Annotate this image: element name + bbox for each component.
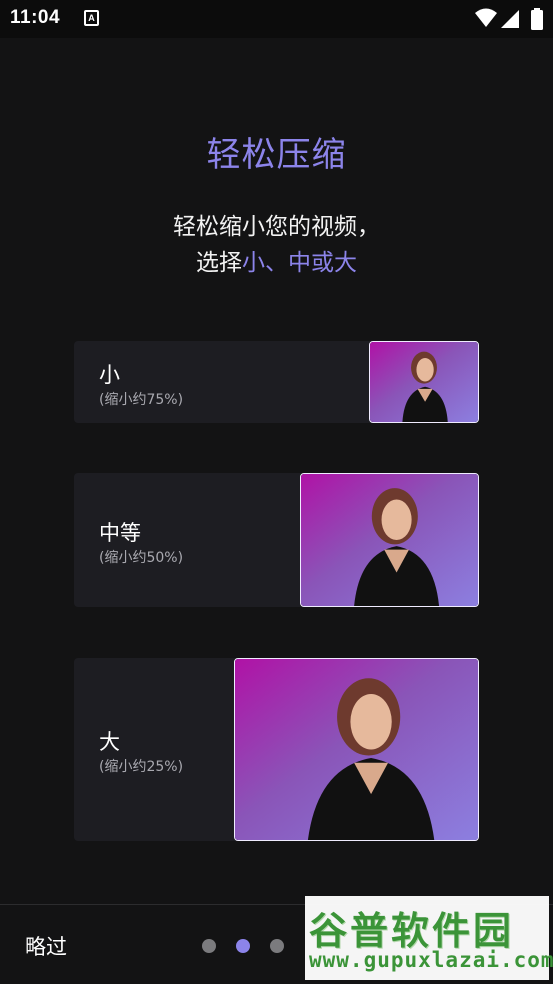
battery-icon [531, 8, 543, 30]
status-time: 11:04 [10, 7, 61, 28]
option-large-sub: (缩小约25%) [99, 759, 184, 775]
subtitle-prefix: 选择 [196, 250, 242, 276]
option-large-card[interactable]: 大 (缩小约25%) [74, 658, 479, 841]
page-dot-2[interactable] [236, 939, 250, 953]
page-dot-1[interactable] [202, 939, 216, 953]
option-large-thumbnail [234, 658, 479, 841]
option-medium-thumbnail [300, 473, 479, 607]
option-small-label: 小 [99, 363, 120, 387]
option-medium-card[interactable]: 中等 (缩小约50%) [74, 473, 479, 607]
option-small-card[interactable]: 小 (缩小约75%) [74, 341, 479, 423]
portrait-image [370, 342, 478, 422]
page-dot-3[interactable] [270, 939, 284, 953]
option-large-label: 大 [99, 730, 120, 754]
option-small-thumbnail [369, 341, 479, 423]
watermark-title: 谷普软件园 [309, 909, 515, 953]
portrait-image [235, 659, 478, 840]
watermark: 谷普软件园 www.gupuxlazai.com [305, 896, 553, 980]
option-small-sub: (缩小约75%) [99, 392, 184, 408]
status-bar: 11:04 A [0, 0, 553, 38]
skip-button[interactable]: 略过 [25, 931, 67, 961]
wifi-icon [475, 8, 497, 27]
option-medium-label: 中等 [99, 521, 141, 545]
signal-icon [501, 10, 519, 28]
option-medium-sub: (缩小约50%) [99, 550, 184, 566]
subtitle-line-1: 轻松缩小您的视频， [173, 214, 380, 240]
bottom-nav: 略过 谷普软件园 www.gupuxlazai.com [0, 896, 553, 984]
portrait-image [301, 474, 478, 606]
subtitle-line-2: 选择小、中或大 [0, 245, 553, 281]
subtitle-accent: 小、中或大 [242, 250, 357, 276]
page-title: 轻松压缩 [206, 135, 347, 175]
watermark-url: www.gupuxlazai.com [309, 948, 553, 972]
notification-a-icon: A [84, 10, 99, 26]
